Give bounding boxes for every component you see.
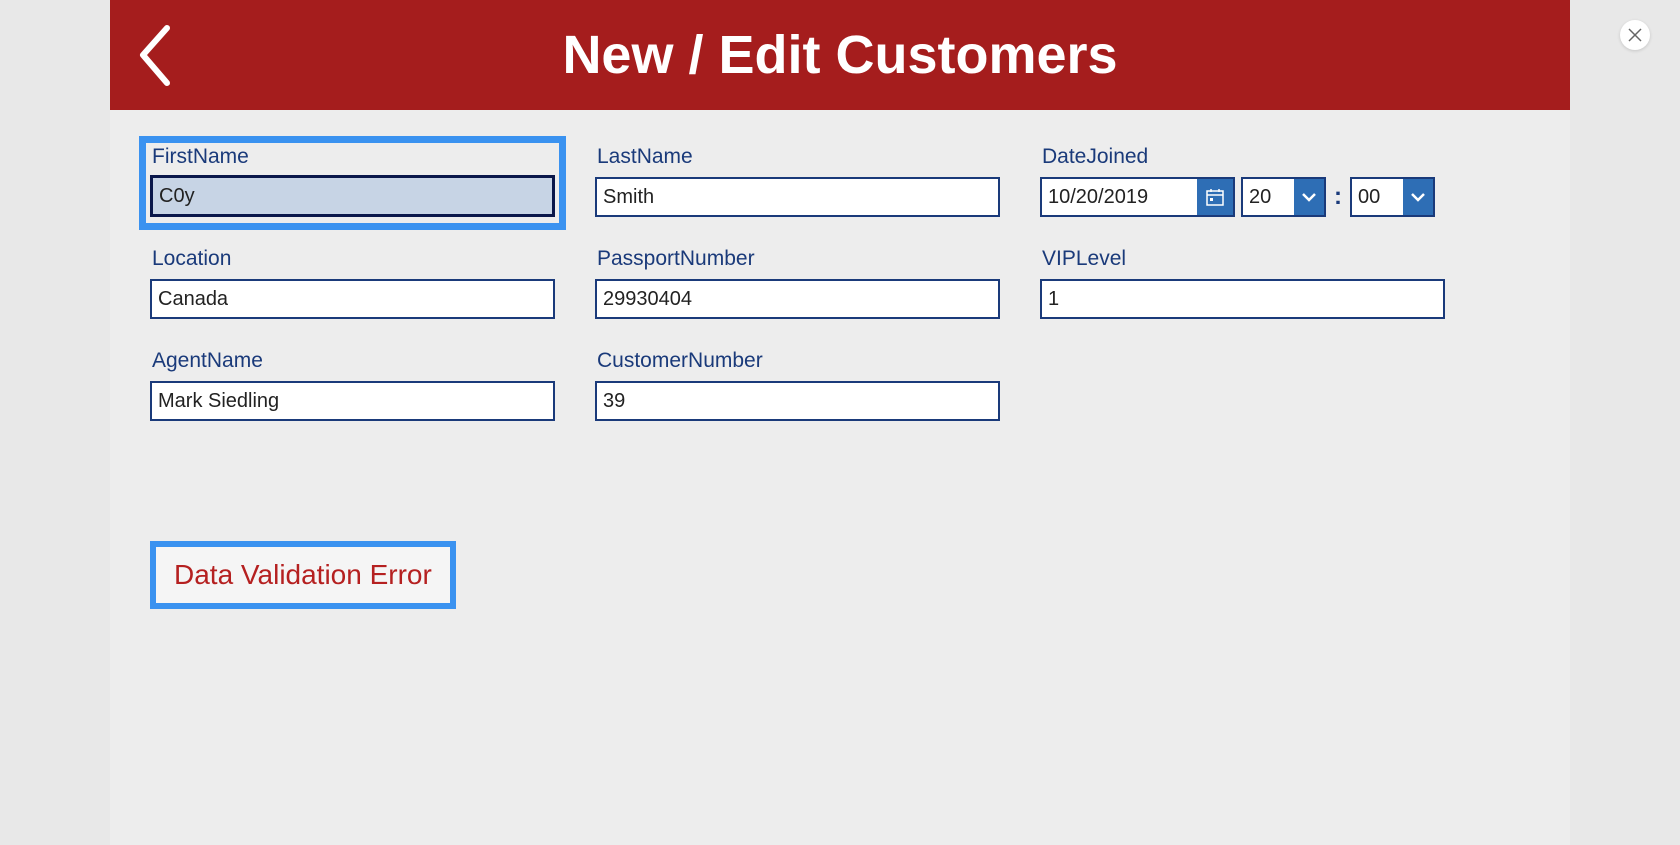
field-date-joined: DateJoined	[1040, 145, 1445, 217]
hour-dropdown-button[interactable]	[1294, 179, 1324, 215]
date-joined-input[interactable]	[1042, 179, 1197, 215]
page-title: New / Edit Customers	[200, 24, 1570, 86]
agent-name-label: AgentName	[150, 349, 555, 373]
first-name-input[interactable]	[150, 175, 555, 217]
minute-dropdown-button[interactable]	[1403, 179, 1433, 215]
location-label: Location	[150, 247, 555, 271]
chevron-down-icon	[1410, 191, 1426, 203]
date-joined-label: DateJoined	[1040, 145, 1445, 169]
field-location: Location	[150, 247, 555, 319]
close-button[interactable]	[1620, 20, 1650, 50]
field-first-name: FirstName	[139, 136, 566, 230]
field-agent-name: AgentName	[150, 349, 555, 421]
date-input-wrap	[1040, 177, 1235, 217]
back-button[interactable]	[110, 0, 200, 110]
header-bar: New / Edit Customers	[110, 0, 1570, 110]
validation-error-box: Data Validation Error	[150, 541, 456, 609]
page-container: New / Edit Customers FirstName LastName …	[110, 0, 1570, 845]
chevron-left-icon	[135, 23, 175, 88]
time-separator: :	[1332, 183, 1344, 211]
minute-select[interactable]: 00	[1350, 177, 1435, 217]
customer-number-label: CustomerNumber	[595, 349, 1000, 373]
field-last-name: LastName	[595, 145, 1000, 217]
calendar-icon	[1205, 187, 1225, 207]
field-customer-number: CustomerNumber	[595, 349, 1000, 421]
form-grid: FirstName LastName DateJoined	[150, 145, 1530, 421]
first-name-label: FirstName	[150, 145, 555, 169]
passport-number-input[interactable]	[595, 279, 1000, 319]
vip-level-input[interactable]	[1040, 279, 1445, 319]
field-passport-number: PassportNumber	[595, 247, 1000, 319]
hour-select[interactable]: 20	[1241, 177, 1326, 217]
date-joined-row: 20 : 00	[1040, 177, 1445, 217]
close-icon	[1628, 28, 1642, 42]
empty-cell	[1040, 349, 1445, 421]
validation-error-text: Data Validation Error	[174, 559, 432, 591]
passport-number-label: PassportNumber	[595, 247, 1000, 271]
calendar-button[interactable]	[1197, 179, 1233, 215]
field-vip-level: VIPLevel	[1040, 247, 1445, 319]
last-name-input[interactable]	[595, 177, 1000, 217]
minute-value: 00	[1352, 179, 1403, 215]
agent-name-input[interactable]	[150, 381, 555, 421]
location-input[interactable]	[150, 279, 555, 319]
vip-level-label: VIPLevel	[1040, 247, 1445, 271]
form-area: FirstName LastName DateJoined	[110, 110, 1570, 629]
last-name-label: LastName	[595, 145, 1000, 169]
hour-value: 20	[1243, 179, 1294, 215]
chevron-down-icon	[1301, 191, 1317, 203]
customer-number-input[interactable]	[595, 381, 1000, 421]
